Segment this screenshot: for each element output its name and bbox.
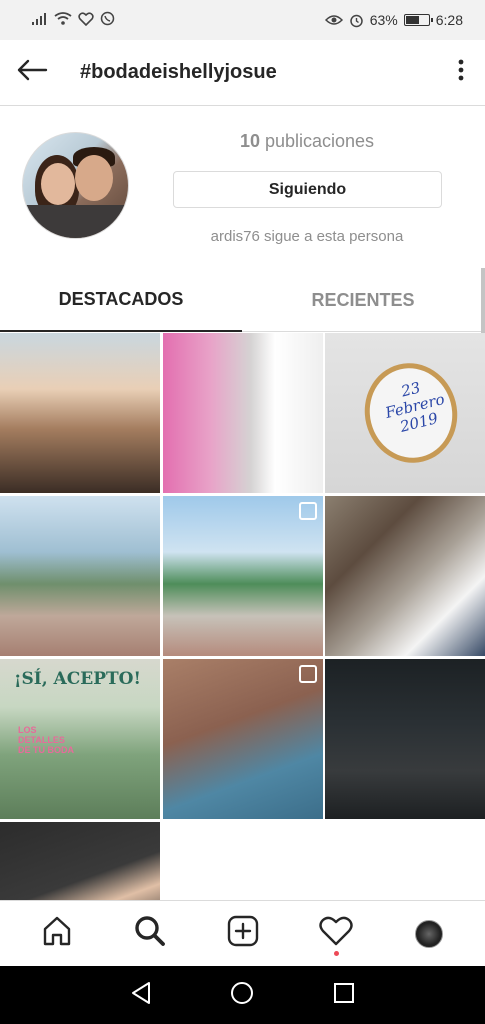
alarm-icon bbox=[349, 13, 364, 28]
nav-profile[interactable] bbox=[399, 904, 459, 964]
vertical-dots-icon bbox=[458, 59, 464, 86]
multiple-images-icon bbox=[299, 502, 317, 520]
app-header: #bodadeishellyjosue bbox=[0, 40, 485, 106]
page-title: #bodadeishellyjosue bbox=[80, 61, 277, 83]
post-thumbnail[interactable] bbox=[0, 496, 160, 656]
heart-outline-icon bbox=[78, 11, 94, 29]
hashtag-avatar[interactable] bbox=[22, 132, 129, 239]
post-thumbnail[interactable] bbox=[325, 496, 485, 656]
scrollbar bbox=[481, 268, 485, 334]
back-button[interactable] bbox=[0, 40, 64, 106]
post-thumbnail[interactable]: 23 Febrero 2019 bbox=[325, 333, 485, 493]
nav-add-post[interactable] bbox=[213, 904, 273, 964]
following-button[interactable]: Siguiendo bbox=[173, 171, 442, 208]
posts-count: 10 publicaciones bbox=[173, 131, 441, 152]
card-title: ¡SÍ, ACEPTO! bbox=[14, 669, 141, 689]
post-thumbnail[interactable]: ¡SÍ, ACEPTO! LOS DETALLES DE TU BODA bbox=[0, 659, 160, 819]
follow-note: ardis76 sigue a esta persona bbox=[210, 228, 404, 245]
battery-percent: 63% bbox=[369, 12, 398, 28]
card-subtitle: LOS DETALLES DE TU BODA bbox=[18, 725, 74, 755]
hashtag-profile: 10 publicaciones Siguiendo ardis76 sigue… bbox=[0, 107, 485, 267]
eye-icon bbox=[324, 14, 343, 26]
add-post-icon bbox=[227, 915, 259, 952]
battery-icon bbox=[403, 14, 433, 26]
system-home-button[interactable] bbox=[222, 975, 262, 1015]
nav-activity[interactable] bbox=[306, 904, 366, 964]
content-tabs: DESTACADOS RECIENTES bbox=[0, 268, 485, 332]
post-thumbnail[interactable] bbox=[0, 333, 160, 493]
more-options-button[interactable] bbox=[437, 40, 485, 106]
tab-recientes[interactable]: RECIENTES bbox=[242, 268, 484, 332]
square-recents-icon bbox=[333, 982, 355, 1009]
post-thumbnail[interactable] bbox=[325, 659, 485, 819]
profile-avatar bbox=[414, 919, 443, 948]
tab-destacados[interactable]: DESTACADOS bbox=[0, 268, 242, 332]
post-thumbnail[interactable] bbox=[163, 333, 323, 493]
status-right-icons: 63% 6:28 bbox=[324, 12, 463, 28]
post-thumbnail[interactable] bbox=[163, 496, 323, 656]
whatsapp-icon bbox=[100, 11, 115, 29]
system-back-button[interactable] bbox=[121, 975, 161, 1015]
post-thumbnail[interactable] bbox=[0, 822, 160, 900]
post-thumbnail[interactable] bbox=[163, 659, 323, 819]
circle-home-icon bbox=[230, 981, 254, 1010]
multiple-images-icon bbox=[299, 665, 317, 683]
status-bar: 63% 6:28 bbox=[0, 0, 485, 40]
arrow-left-icon bbox=[16, 59, 48, 86]
nav-home[interactable] bbox=[27, 904, 87, 964]
system-navigation-bar bbox=[0, 966, 485, 1024]
home-icon bbox=[41, 915, 73, 952]
search-icon bbox=[134, 915, 166, 952]
posts-label: publicaciones bbox=[264, 131, 375, 151]
notification-dot bbox=[333, 950, 339, 956]
nav-search[interactable] bbox=[120, 904, 180, 964]
status-left-icons bbox=[32, 11, 115, 29]
heart-icon bbox=[318, 916, 353, 951]
posts-number: 10 bbox=[239, 131, 260, 151]
post-grid: 23 Febrero 2019 ¡SÍ, ACEPTO! LOS DETALLE… bbox=[0, 333, 485, 900]
bottom-navigation bbox=[0, 900, 485, 966]
wifi-icon bbox=[54, 12, 72, 28]
signal-icon bbox=[32, 12, 48, 28]
clock-time: 6:28 bbox=[435, 12, 463, 28]
triangle-back-icon bbox=[130, 981, 152, 1010]
system-recents-button[interactable] bbox=[324, 975, 364, 1015]
